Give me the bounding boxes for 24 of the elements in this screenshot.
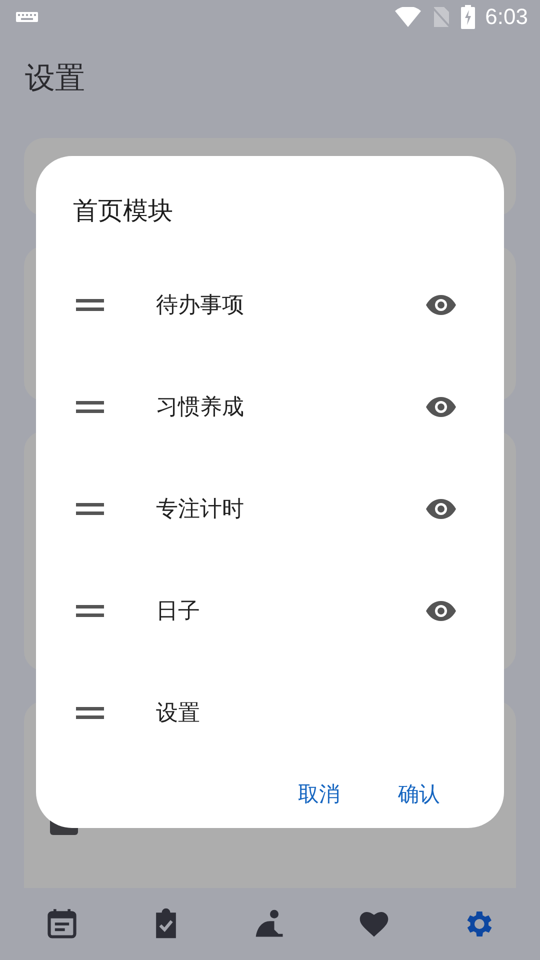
- dialog-button[interactable]: 取消: [296, 776, 342, 812]
- no-sim-icon: [431, 6, 452, 28]
- drag-handle-icon[interactable]: [76, 401, 104, 413]
- module-label: 日子: [156, 598, 201, 626]
- page-title: 设置: [24, 60, 86, 98]
- drag-handle-icon[interactable]: [76, 503, 104, 515]
- module-label: 专注计时: [156, 496, 245, 524]
- module-label: 待办事项: [156, 292, 245, 320]
- dialog-button[interactable]: 确认: [396, 776, 442, 812]
- eye-icon[interactable]: [426, 601, 456, 621]
- eye-icon[interactable]: [426, 499, 456, 519]
- calendar-icon[interactable]: [45, 907, 79, 941]
- drag-handle-icon[interactable]: [76, 707, 104, 719]
- module-label: 设置: [156, 700, 201, 728]
- dialog-title: 首页模块: [72, 195, 174, 227]
- eye-icon[interactable]: [426, 295, 456, 315]
- eye-icon[interactable]: [426, 397, 456, 417]
- status-time: 6:03: [485, 4, 528, 30]
- keyboard-icon: [16, 12, 38, 22]
- drag-handle-icon[interactable]: [76, 299, 104, 311]
- wifi-icon: [395, 7, 422, 27]
- drag-handle-icon[interactable]: [76, 605, 104, 617]
- battery-charging-icon: [461, 5, 476, 29]
- module-label: 习惯养成: [156, 394, 245, 422]
